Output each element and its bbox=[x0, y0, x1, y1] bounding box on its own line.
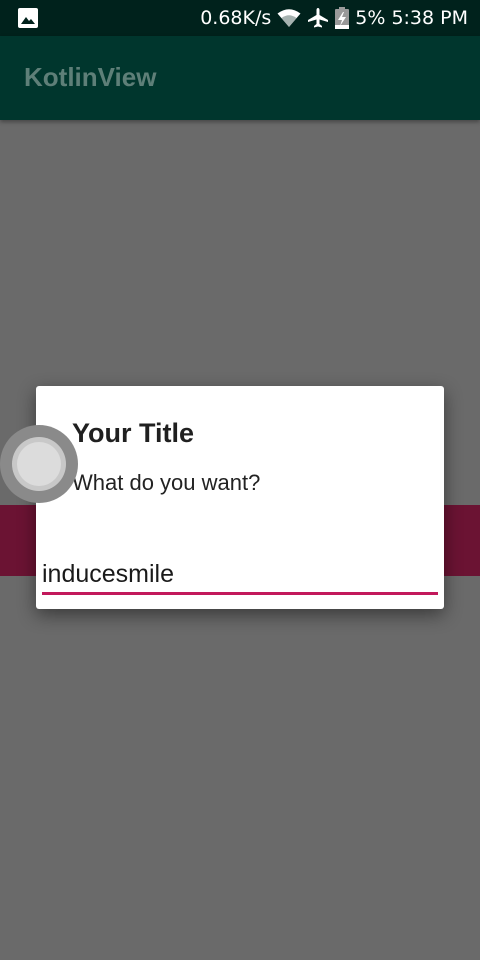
touch-indicator-core bbox=[17, 442, 61, 486]
status-bar: 0.68K/s 5% 5:38 PM bbox=[0, 0, 480, 36]
airplane-icon bbox=[307, 7, 329, 29]
touch-indicator bbox=[0, 425, 78, 503]
wifi-icon bbox=[277, 8, 301, 28]
dialog-title: Your Title bbox=[72, 418, 195, 448]
app-bar: KotlinView bbox=[0, 36, 480, 120]
app-title: KotlinView bbox=[24, 62, 157, 92]
network-speed: 0.68K/s bbox=[200, 7, 272, 29]
dialog-text-input[interactable] bbox=[42, 556, 438, 595]
battery-charging-icon bbox=[335, 7, 350, 29]
status-indicators: 0.68K/s 5% 5:38 PM bbox=[200, 0, 468, 36]
input-dialog: Your Title What do you want? bbox=[36, 386, 444, 609]
gallery-icon bbox=[18, 8, 38, 28]
dialog-message: What do you want? bbox=[72, 470, 261, 495]
clock: 5:38 PM bbox=[391, 7, 468, 29]
screen: 0.68K/s 5% 5:38 PM KotlinView Your Title… bbox=[0, 0, 480, 960]
touch-indicator-inner bbox=[12, 437, 66, 491]
battery-percent: 5% bbox=[355, 7, 386, 29]
